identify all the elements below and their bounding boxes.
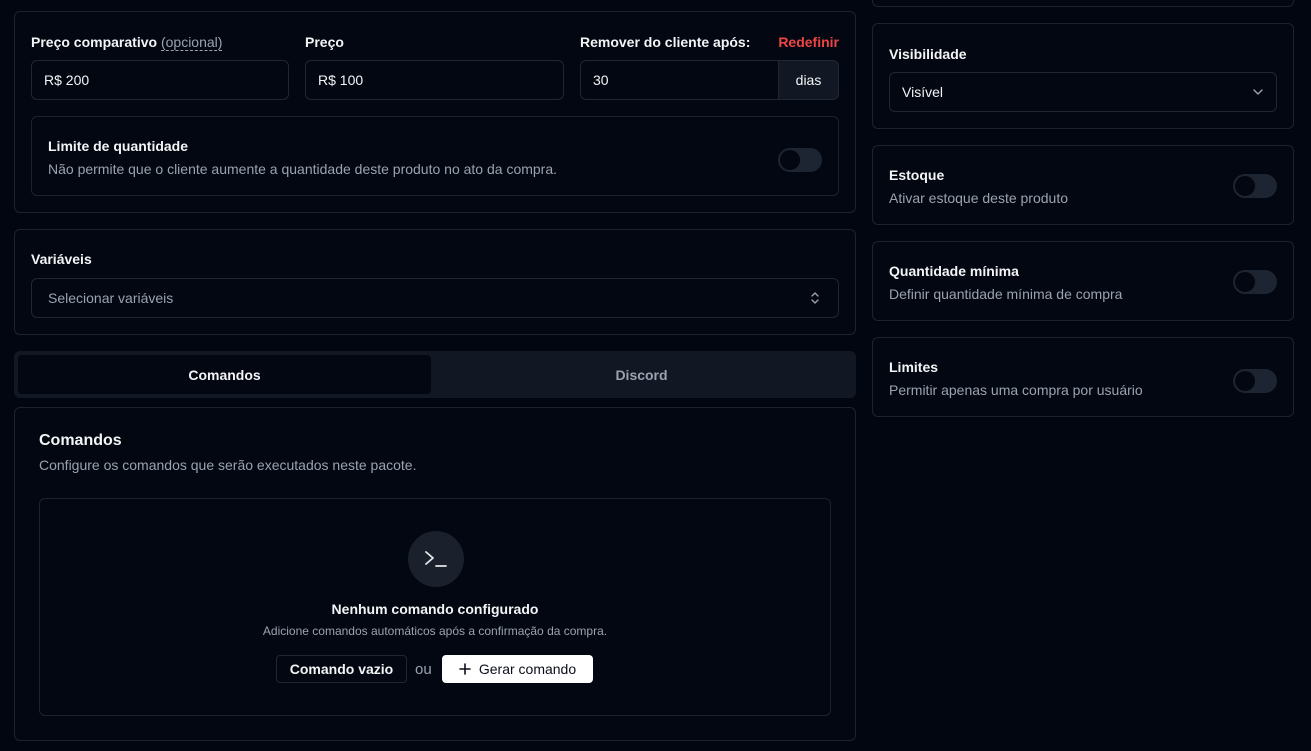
terminal-icon [408, 531, 464, 587]
visibility-select[interactable]: Visível [889, 72, 1277, 112]
tab-comandos[interactable]: Comandos [18, 355, 431, 394]
commands-card: Comandos Configure os comandos que serão… [14, 407, 856, 741]
tab-comandos-label: Comandos [188, 366, 261, 383]
chevrons-up-down-icon [808, 291, 822, 305]
min-quantity-card: Quantidade mínima Definir quantidade mín… [872, 241, 1294, 321]
generate-command-button-label: Gerar comando [478, 661, 577, 677]
tab-discord-label: Discord [615, 366, 668, 383]
compare-price-value: R$ 200 [44, 72, 90, 88]
stock-card: Estoque Ativar estoque deste produto [872, 145, 1294, 225]
compare-price-label: Preço comparativo (opcional) [31, 34, 223, 51]
empty-state-desc: Adicione comandos automáticos após a con… [262, 624, 608, 638]
variables-label: Variáveis [31, 251, 92, 267]
empty-command-button-label: Comando vazio [289, 661, 394, 677]
generate-command-button[interactable]: Gerar comando [442, 655, 593, 683]
optional-hint: (opcional) [160, 34, 223, 51]
toggle-knob [1235, 272, 1255, 292]
visibility-card: Visibilidade Visível [872, 23, 1294, 129]
remove-after-label: Remover do cliente após: [580, 34, 751, 50]
min-quantity-toggle[interactable] [1233, 270, 1277, 294]
stock-toggle[interactable] [1233, 174, 1277, 198]
min-quantity-desc: Definir quantidade mínima de compra [889, 286, 1123, 302]
remove-after-value: 30 [593, 72, 609, 88]
stock-title: Estoque [889, 167, 945, 183]
days-unit-addon: dias [778, 60, 839, 100]
min-quantity-title: Quantidade mínima [889, 263, 1019, 279]
tabs-bar: Comandos Discord [14, 351, 856, 398]
pricing-card: Preço comparativo (opcional) R$ 200 Preç… [14, 11, 856, 213]
price-label: Preço [305, 34, 344, 50]
variables-placeholder: Selecionar variáveis [48, 290, 174, 306]
visibility-value: Visível [902, 84, 943, 100]
visibility-label: Visibilidade [889, 46, 967, 62]
limits-toggle[interactable] [1233, 369, 1277, 393]
variables-card: Variáveis Selecionar variáveis [14, 229, 856, 335]
commands-empty-state: Nenhum comando configurado Adicione coma… [39, 498, 831, 716]
quantity-limit-title: Limite de quantidade [48, 138, 189, 154]
commands-subtitle: Configure os comandos que serão executad… [39, 457, 417, 473]
quantity-limit-desc: Não permite que o cliente aumente a quan… [48, 161, 558, 177]
empty-command-button[interactable]: Comando vazio [276, 655, 407, 683]
limits-card: Limites Permitir apenas uma compra por u… [872, 337, 1294, 417]
toggle-knob [1235, 371, 1255, 391]
price-value: R$ 100 [318, 72, 364, 88]
reset-link[interactable]: Redefinir [778, 34, 839, 50]
tab-discord[interactable]: Discord [431, 355, 852, 394]
quantity-limit-toggle[interactable] [778, 148, 822, 172]
limits-title: Limites [889, 359, 939, 375]
sidebar-top-card [872, 0, 1294, 7]
compare-price-label-text: Preço comparativo [31, 34, 158, 50]
empty-state-title: Nenhum comando configurado [331, 601, 539, 617]
remove-after-input[interactable]: 30 [580, 60, 779, 100]
stock-desc: Ativar estoque deste produto [889, 190, 1069, 206]
or-text: ou [415, 661, 432, 678]
plus-icon [459, 663, 471, 675]
variables-select[interactable]: Selecionar variáveis [31, 278, 839, 318]
commands-title: Comandos [39, 432, 122, 449]
toggle-knob [1235, 176, 1255, 196]
toggle-knob [780, 150, 800, 170]
limits-desc: Permitir apenas uma compra por usuário [889, 382, 1143, 398]
days-unit-text: dias [795, 72, 822, 88]
price-input[interactable]: R$ 100 [305, 60, 564, 100]
chevron-down-icon [1252, 86, 1264, 98]
quantity-limit-box: Limite de quantidade Não permite que o c… [31, 116, 839, 196]
compare-price-input[interactable]: R$ 200 [31, 60, 289, 100]
